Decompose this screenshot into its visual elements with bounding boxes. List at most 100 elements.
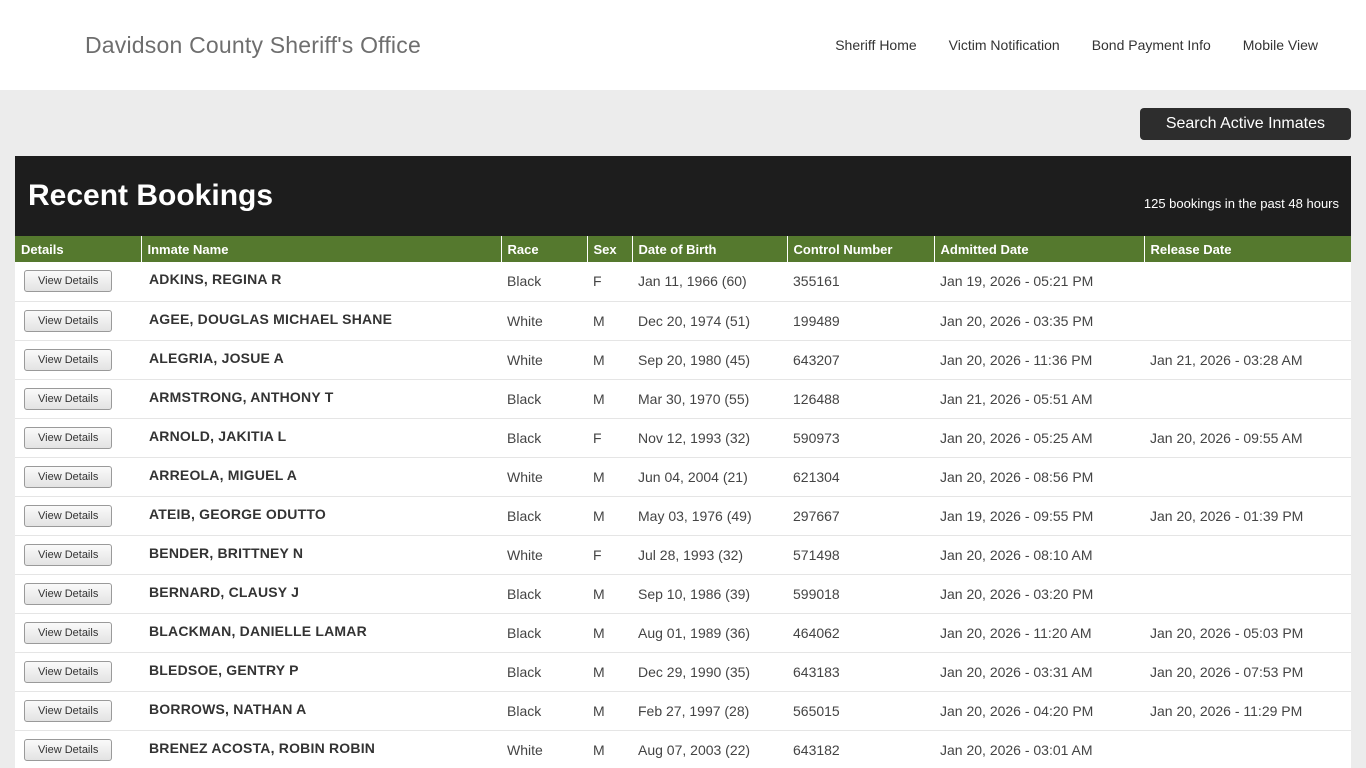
inmate-admitted-date: Jan 20, 2026 - 03:20 PM [934, 574, 1144, 614]
inmate-control-number: 565015 [787, 691, 934, 731]
view-details-button[interactable]: View Details [24, 543, 113, 566]
inmate-sex: M [587, 574, 632, 614]
column-header-date-of-birth: Date of Birth [631, 236, 787, 262]
inmate-admitted-date: Jan 20, 2026 - 03:35 PM [934, 301, 1144, 341]
view-details-button[interactable]: View Details [24, 660, 113, 683]
inmate-control-number: 643207 [787, 340, 934, 380]
details-cell: View Details [15, 340, 141, 380]
inmate-admitted-date: Jan 20, 2026 - 11:20 AM [934, 613, 1144, 653]
view-details-button[interactable]: View Details [24, 270, 113, 293]
inmate-control-number: 126488 [787, 379, 934, 419]
details-cell: View Details [15, 613, 141, 653]
view-details-button[interactable]: View Details [24, 426, 113, 449]
inmate-admitted-date: Jan 20, 2026 - 04:20 PM [934, 691, 1144, 731]
nav-link-sheriff-home[interactable]: Sheriff Home [835, 37, 916, 53]
recent-bookings-header: Recent Bookings 125 bookings in the past… [15, 156, 1351, 236]
table-row: View Details BRENEZ ACOSTA, ROBIN ROBIN … [15, 730, 1351, 768]
inmate-sex: M [587, 301, 632, 341]
inmate-admitted-date: Jan 19, 2026 - 05:21 PM [934, 262, 1144, 302]
inmate-date-of-birth: Aug 01, 1989 (36) [632, 613, 787, 653]
column-header-details: Details [15, 236, 141, 262]
inmate-race: Black [501, 496, 587, 536]
inmate-sex: M [587, 691, 632, 731]
view-details-button[interactable]: View Details [24, 582, 113, 605]
inmate-name: AGEE, DOUGLAS MICHAEL SHANE [141, 301, 501, 341]
search-active-inmates-button[interactable]: Search Active Inmates [1139, 108, 1351, 140]
details-cell: View Details [15, 457, 141, 497]
inmate-release-date [1144, 457, 1351, 497]
inmate-sex: M [587, 652, 632, 692]
bookings-table: Details Inmate Name Race Sex Date of Bir… [15, 236, 1351, 768]
content-area: Search Active Inmates Recent Bookings 12… [0, 90, 1366, 768]
inmate-name: BENDER, BRITTNEY N [141, 535, 501, 575]
details-cell: View Details [15, 496, 141, 536]
inmate-admitted-date: Jan 21, 2026 - 05:51 AM [934, 379, 1144, 419]
column-header-admitted-date: Admitted Date [933, 236, 1144, 262]
inmate-control-number: 599018 [787, 574, 934, 614]
inmate-release-date: Jan 21, 2026 - 03:28 AM [1144, 340, 1351, 380]
details-cell: View Details [15, 535, 141, 575]
inmate-date-of-birth: Jul 28, 1993 (32) [632, 535, 787, 575]
inmate-name: ALEGRIA, JOSUE A [141, 340, 501, 380]
column-header-inmate-name: Inmate Name [140, 236, 501, 262]
inmate-sex: M [587, 457, 632, 497]
details-cell: View Details [15, 301, 141, 341]
inmate-admitted-date: Jan 20, 2026 - 03:31 AM [934, 652, 1144, 692]
view-details-button[interactable]: View Details [24, 465, 113, 488]
details-cell: View Details [15, 379, 141, 419]
table-row: View Details BENDER, BRITTNEY N White F … [15, 535, 1351, 575]
nav-link-mobile-view[interactable]: Mobile View [1243, 37, 1318, 53]
view-details-button[interactable]: View Details [24, 621, 113, 644]
inmate-race: White [501, 730, 587, 768]
inmate-release-date [1144, 379, 1351, 419]
inmate-race: White [501, 535, 587, 575]
nav-link-bond-payment-info[interactable]: Bond Payment Info [1092, 37, 1211, 53]
inmate-name: ARREOLA, MIGUEL A [141, 457, 501, 497]
details-cell: View Details [15, 730, 141, 768]
inmate-release-date [1144, 301, 1351, 341]
inmate-control-number: 571498 [787, 535, 934, 575]
table-row: View Details ARMSTRONG, ANTHONY T Black … [15, 379, 1351, 419]
view-details-button[interactable]: View Details [24, 504, 113, 527]
inmate-release-date [1144, 574, 1351, 614]
column-header-release-date: Release Date [1143, 236, 1351, 262]
column-header-sex: Sex [586, 236, 632, 262]
details-cell: View Details [15, 574, 141, 614]
inmate-admitted-date: Jan 20, 2026 - 05:25 AM [934, 418, 1144, 458]
nav-link-victim-notification[interactable]: Victim Notification [949, 37, 1060, 53]
inmate-race: Black [501, 652, 587, 692]
details-cell: View Details [15, 262, 141, 302]
inmate-release-date [1144, 535, 1351, 575]
inmate-sex: M [587, 496, 632, 536]
table-row: View Details BLACKMAN, DANIELLE LAMAR Bl… [15, 613, 1351, 653]
table-row: View Details ALEGRIA, JOSUE A White M Se… [15, 340, 1351, 380]
inmate-admitted-date: Jan 20, 2026 - 08:56 PM [934, 457, 1144, 497]
table-row: View Details AGEE, DOUGLAS MICHAEL SHANE… [15, 301, 1351, 341]
inmate-race: White [501, 340, 587, 380]
table-header-row: Details Inmate Name Race Sex Date of Bir… [15, 236, 1351, 262]
inmate-race: Black [501, 691, 587, 731]
main-nav: Sheriff Home Victim Notification Bond Pa… [835, 37, 1318, 53]
view-details-button[interactable]: View Details [24, 348, 113, 371]
inmate-date-of-birth: Aug 07, 2003 (22) [632, 730, 787, 768]
inmate-date-of-birth: May 03, 1976 (49) [632, 496, 787, 536]
view-details-button[interactable]: View Details [24, 309, 113, 332]
inmate-control-number: 297667 [787, 496, 934, 536]
bookings-tbody: View Details ADKINS, REGINA R Black F Ja… [15, 262, 1351, 768]
inmate-control-number: 355161 [787, 262, 934, 302]
site-title: Davidson County Sheriff's Office [85, 31, 421, 58]
inmate-date-of-birth: Sep 20, 1980 (45) [632, 340, 787, 380]
inmate-release-date: Jan 20, 2026 - 07:53 PM [1144, 652, 1351, 692]
inmate-admitted-date: Jan 20, 2026 - 03:01 AM [934, 730, 1144, 768]
table-row: View Details ARNOLD, JAKITIA L Black F N… [15, 418, 1351, 458]
bookings-count-text: 125 bookings in the past 48 hours [1143, 195, 1339, 211]
view-details-button[interactable]: View Details [24, 387, 113, 410]
view-details-button[interactable]: View Details [24, 699, 113, 722]
view-details-button[interactable]: View Details [24, 738, 113, 761]
inmate-sex: F [587, 262, 632, 302]
column-header-race: Race [500, 236, 587, 262]
details-cell: View Details [15, 652, 141, 692]
table-row: View Details BLEDSOE, GENTRY P Black M D… [15, 652, 1351, 692]
inmate-sex: M [587, 730, 632, 768]
inmate-sex: M [587, 379, 632, 419]
